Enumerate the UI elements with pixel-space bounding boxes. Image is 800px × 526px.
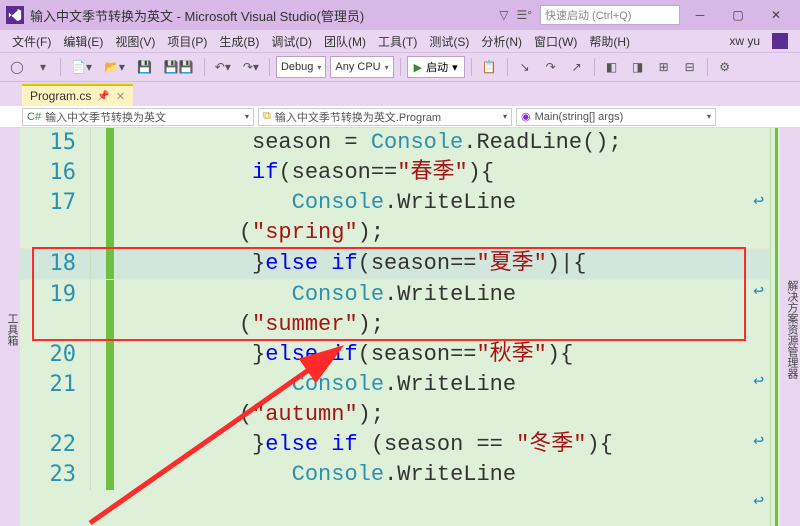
wrap-return-icon: ↩: [753, 430, 764, 452]
menu-help[interactable]: 帮助(H): [583, 33, 636, 50]
tool-2-button[interactable]: ◧: [601, 56, 623, 78]
code-line: Console.WriteLine: [114, 370, 516, 400]
start-debug-button[interactable]: ▶启动▾: [407, 56, 465, 78]
new-project-button[interactable]: 📄▾: [67, 56, 96, 78]
feedback-icon[interactable]: ☰°: [516, 8, 532, 22]
code-line: Console.WriteLine: [114, 460, 516, 490]
method-icon: ◉: [521, 110, 531, 123]
tool-1-button[interactable]: 📋: [478, 56, 501, 78]
platform-dropdown[interactable]: Any CPU▾: [330, 56, 393, 78]
user-avatar-icon[interactable]: [772, 33, 788, 49]
line-number: 16: [20, 158, 90, 188]
redo-button[interactable]: ↷▾: [239, 56, 263, 78]
editor-tab-program[interactable]: Program.cs 📌 ✕: [22, 84, 133, 106]
code-line: ("spring");: [114, 218, 384, 248]
step-out-button[interactable]: ↗: [566, 56, 588, 78]
code-line: ("summer");: [114, 310, 384, 340]
scope-dropdown[interactable]: C# 输入中文季节转换为英文▾: [22, 108, 254, 126]
line-number: 18: [20, 249, 90, 279]
titlebar: 输入中文季节转换为英文 - Microsoft Visual Studio(管理…: [0, 0, 800, 30]
tabstrip: Program.cs 📌 ✕: [0, 82, 800, 106]
save-all-button[interactable]: 💾💾: [160, 56, 198, 78]
menu-build[interactable]: 生成(B): [213, 33, 265, 50]
class-icon: ⧉: [263, 110, 271, 123]
tool-5-button[interactable]: ⊟: [679, 56, 701, 78]
code-editor[interactable]: 15 season = Console.ReadLine(); 16 if(se…: [20, 128, 770, 526]
open-button[interactable]: 📂▾: [100, 56, 129, 78]
code-line: }else if(season=="夏季")|{: [114, 249, 587, 279]
line-number: 17: [20, 188, 90, 218]
close-button[interactable]: ✕: [758, 4, 794, 26]
solution-explorer-tab[interactable]: 解决方案资源管理器: [784, 280, 800, 379]
quick-launch-input[interactable]: 快速启动 (Ctrl+Q): [540, 5, 680, 25]
tool-4-button[interactable]: ⊞: [653, 56, 675, 78]
notifications-icon[interactable]: ▽: [499, 8, 508, 22]
code-line: Console.WriteLine: [114, 188, 516, 218]
nav-back-button[interactable]: ◯: [6, 56, 28, 78]
signed-in-user[interactable]: xw yu: [723, 34, 766, 48]
menubar: 文件(F) 编辑(E) 视图(V) 项目(P) 生成(B) 调试(D) 团队(M…: [0, 30, 800, 52]
member-dropdown[interactable]: ◉ Main(string[] args)▾: [516, 108, 716, 126]
line-number: 23: [20, 460, 90, 490]
navbar: C# 输入中文季节转换为英文▾ ⧉ 输入中文季节转换为英文.Program▾ ◉…: [0, 106, 800, 128]
tool-3-button[interactable]: ◨: [627, 56, 649, 78]
scroll-map[interactable]: [770, 128, 780, 526]
nav-fwd-button[interactable]: ▾: [32, 56, 54, 78]
line-number: 22: [20, 430, 90, 460]
menu-edit[interactable]: 编辑(E): [57, 33, 109, 50]
wrap-return-icon: ↩: [753, 490, 764, 512]
line-number: 19: [20, 280, 90, 310]
code-line: Console.WriteLine: [114, 280, 516, 310]
toolbox-panel-tab[interactable]: 工具箱: [0, 128, 20, 526]
line-number: 20: [20, 340, 90, 370]
editor-main: 工具箱 15 season = Console.ReadLine(); 16 i…: [0, 128, 800, 526]
step-into-button[interactable]: ↘: [514, 56, 536, 78]
wrap-return-icon: ↩: [753, 280, 764, 302]
menu-team[interactable]: 团队(M): [318, 33, 372, 50]
close-tab-icon[interactable]: ✕: [116, 90, 125, 103]
tab-label: Program.cs: [30, 89, 91, 103]
wrap-return-icon: ↩: [753, 370, 764, 392]
minimize-button[interactable]: ─: [682, 4, 718, 26]
maximize-button[interactable]: ▢: [720, 4, 756, 26]
code-line: ("autumn");: [114, 400, 384, 430]
line-number: 21: [20, 370, 90, 400]
menu-file[interactable]: 文件(F): [6, 33, 57, 50]
config-dropdown[interactable]: Debug▾: [276, 56, 326, 78]
menu-test[interactable]: 测试(S): [423, 33, 475, 50]
code-line: if(season=="春季"){: [114, 158, 494, 188]
csharp-icon: C#: [27, 111, 41, 123]
menu-project[interactable]: 项目(P): [161, 33, 213, 50]
wrap-return-icon: ↩: [753, 190, 764, 212]
pin-icon[interactable]: 📌: [97, 91, 109, 102]
tool-6-button[interactable]: ⚙: [714, 56, 736, 78]
menu-analyze[interactable]: 分析(N): [475, 33, 528, 50]
quick-launch-placeholder: 快速启动 (Ctrl+Q): [545, 7, 631, 23]
code-line: }else if (season == "冬季"){: [114, 430, 613, 460]
line-number: 15: [20, 128, 90, 158]
undo-button[interactable]: ↶▾: [211, 56, 235, 78]
class-dropdown[interactable]: ⧉ 输入中文季节转换为英文.Program▾: [258, 108, 512, 126]
code-line: season = Console.ReadLine();: [114, 128, 622, 158]
window-title: 输入中文季节转换为英文 - Microsoft Visual Studio(管理…: [30, 6, 364, 25]
vs-logo-icon: [6, 6, 24, 24]
code-line: }else if(season=="秋季"){: [114, 340, 573, 370]
menu-debug[interactable]: 调试(D): [265, 33, 318, 50]
right-panels: 解决方案资源管理器 团队资源管理器 诊断工具 属性: [780, 128, 800, 526]
step-over-button[interactable]: ↷: [540, 56, 562, 78]
toolbar: ◯ ▾ 📄▾ 📂▾ 💾 💾💾 ↶▾ ↷▾ Debug▾ Any CPU▾ ▶启动…: [0, 52, 800, 82]
menu-tools[interactable]: 工具(T): [372, 33, 423, 50]
save-button[interactable]: 💾: [133, 56, 156, 78]
menu-view[interactable]: 视图(V): [109, 33, 161, 50]
menu-window[interactable]: 窗口(W): [528, 33, 583, 50]
